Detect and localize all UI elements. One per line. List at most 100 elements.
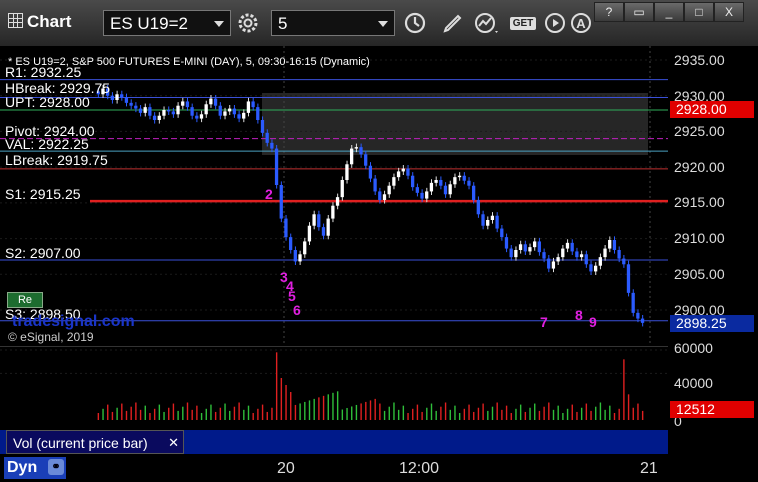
dynamic-button[interactable]: Dyn ⚭ <box>4 457 66 479</box>
level-label-lbreak: LBreak: 2919.75 <box>5 152 108 168</box>
volume-bar <box>421 411 423 420</box>
candle-body <box>551 261 556 269</box>
volume-bar <box>552 409 555 420</box>
candle-body <box>171 111 175 115</box>
volume-bar <box>313 398 315 420</box>
candle-body <box>425 191 429 199</box>
volume-bar <box>458 413 461 420</box>
candle-body <box>120 94 124 98</box>
study-tab-volume[interactable]: Vol (current price bar) ✕ <box>6 430 184 454</box>
volume-bar <box>214 411 217 420</box>
candle-body <box>138 108 143 113</box>
volume-plot[interactable] <box>0 346 668 430</box>
get-button[interactable]: GET <box>506 10 540 36</box>
volume-bar <box>346 407 348 420</box>
candle-body <box>124 97 129 103</box>
candle-body <box>354 147 358 149</box>
alert-a-icon: A <box>571 13 591 33</box>
time-button[interactable] <box>400 10 430 36</box>
volume-bar <box>280 378 283 420</box>
maximize-button[interactable]: □ <box>684 2 714 22</box>
volume-bar <box>609 405 611 420</box>
volume-bar <box>116 407 118 420</box>
volume-bar <box>355 404 358 420</box>
candle-body <box>152 115 157 120</box>
level-label-s2: S2: 2907.00 <box>5 245 81 261</box>
candle-body <box>495 215 499 229</box>
restore-link-button[interactable]: ▭ <box>624 2 654 22</box>
settings-button[interactable] <box>233 10 263 36</box>
interval-select[interactable]: 5 <box>271 10 395 36</box>
candle-body <box>565 242 570 249</box>
candle-body <box>476 200 480 215</box>
candle-body <box>232 108 236 115</box>
candle-body <box>448 184 452 195</box>
x-tick: 12:00 <box>399 460 440 477</box>
volume-bar <box>233 406 236 420</box>
volume-bar <box>576 411 578 420</box>
volume-bar <box>163 411 165 420</box>
volume-bar <box>130 406 132 420</box>
volume-bar <box>153 408 156 420</box>
candle-body <box>439 180 443 186</box>
clock-icon <box>404 12 426 34</box>
svg-text:A: A <box>576 16 586 31</box>
volume-bar <box>125 410 128 420</box>
candle-body <box>462 175 466 181</box>
studies-button[interactable] <box>472 10 502 36</box>
y-tick: 2935.00 <box>674 52 725 68</box>
watermark: tradesignal.com <box>12 313 135 330</box>
volume-bar <box>548 402 550 420</box>
reset-button[interactable]: Re <box>7 292 43 308</box>
play-icon <box>545 13 565 33</box>
volume-bar <box>205 408 207 420</box>
volume-bar <box>219 407 222 420</box>
candle-body <box>593 265 598 272</box>
candle-body <box>410 175 415 188</box>
vol-tick: 60000 <box>674 340 713 356</box>
volume-bar <box>238 402 240 420</box>
volume-bar <box>275 352 278 420</box>
candle-body <box>434 180 438 183</box>
candle-body <box>270 142 274 149</box>
volume-bar <box>388 406 390 420</box>
help-button[interactable]: ? <box>594 2 624 22</box>
volume-bar <box>102 408 104 420</box>
y-tick: 2925.00 <box>674 123 725 139</box>
candle-body <box>490 215 495 220</box>
symbol-value: ES U19=2 <box>110 14 188 33</box>
chevron-down-icon <box>378 21 388 27</box>
volume-bar <box>177 410 179 420</box>
volume-bar <box>618 408 620 420</box>
volume-bar <box>210 404 212 420</box>
close-button[interactable]: X <box>714 2 744 22</box>
draw-button[interactable] <box>438 10 468 36</box>
volume-bar <box>191 409 193 420</box>
candle-body <box>387 185 391 195</box>
candle-body <box>162 110 166 116</box>
candle-body <box>134 105 138 109</box>
candle-body <box>227 108 232 112</box>
alert-button[interactable]: A <box>566 10 596 36</box>
candle-body <box>340 180 344 198</box>
minimize-button[interactable]: _ <box>654 2 684 22</box>
candle-body <box>237 114 241 119</box>
symbol-select[interactable]: ES U19=2 <box>103 10 231 36</box>
volume-bar <box>562 413 564 420</box>
volume-bar <box>243 409 245 420</box>
candle-body <box>537 241 541 253</box>
grid-icon <box>8 13 23 28</box>
candle-body <box>608 240 612 249</box>
volume-bar <box>491 406 494 420</box>
candle-body <box>631 292 635 313</box>
volume-bar <box>149 413 151 420</box>
chevron-down-icon <box>214 21 224 27</box>
close-icon[interactable]: ✕ <box>168 431 179 455</box>
last-price-badge: 2898.25 <box>670 315 754 332</box>
volume-bar <box>412 408 414 420</box>
count-marker: 9 <box>589 314 597 330</box>
candle-body <box>547 258 551 269</box>
volume-bar <box>538 410 541 420</box>
volume-bar <box>463 408 466 420</box>
volume-bar <box>501 409 503 420</box>
